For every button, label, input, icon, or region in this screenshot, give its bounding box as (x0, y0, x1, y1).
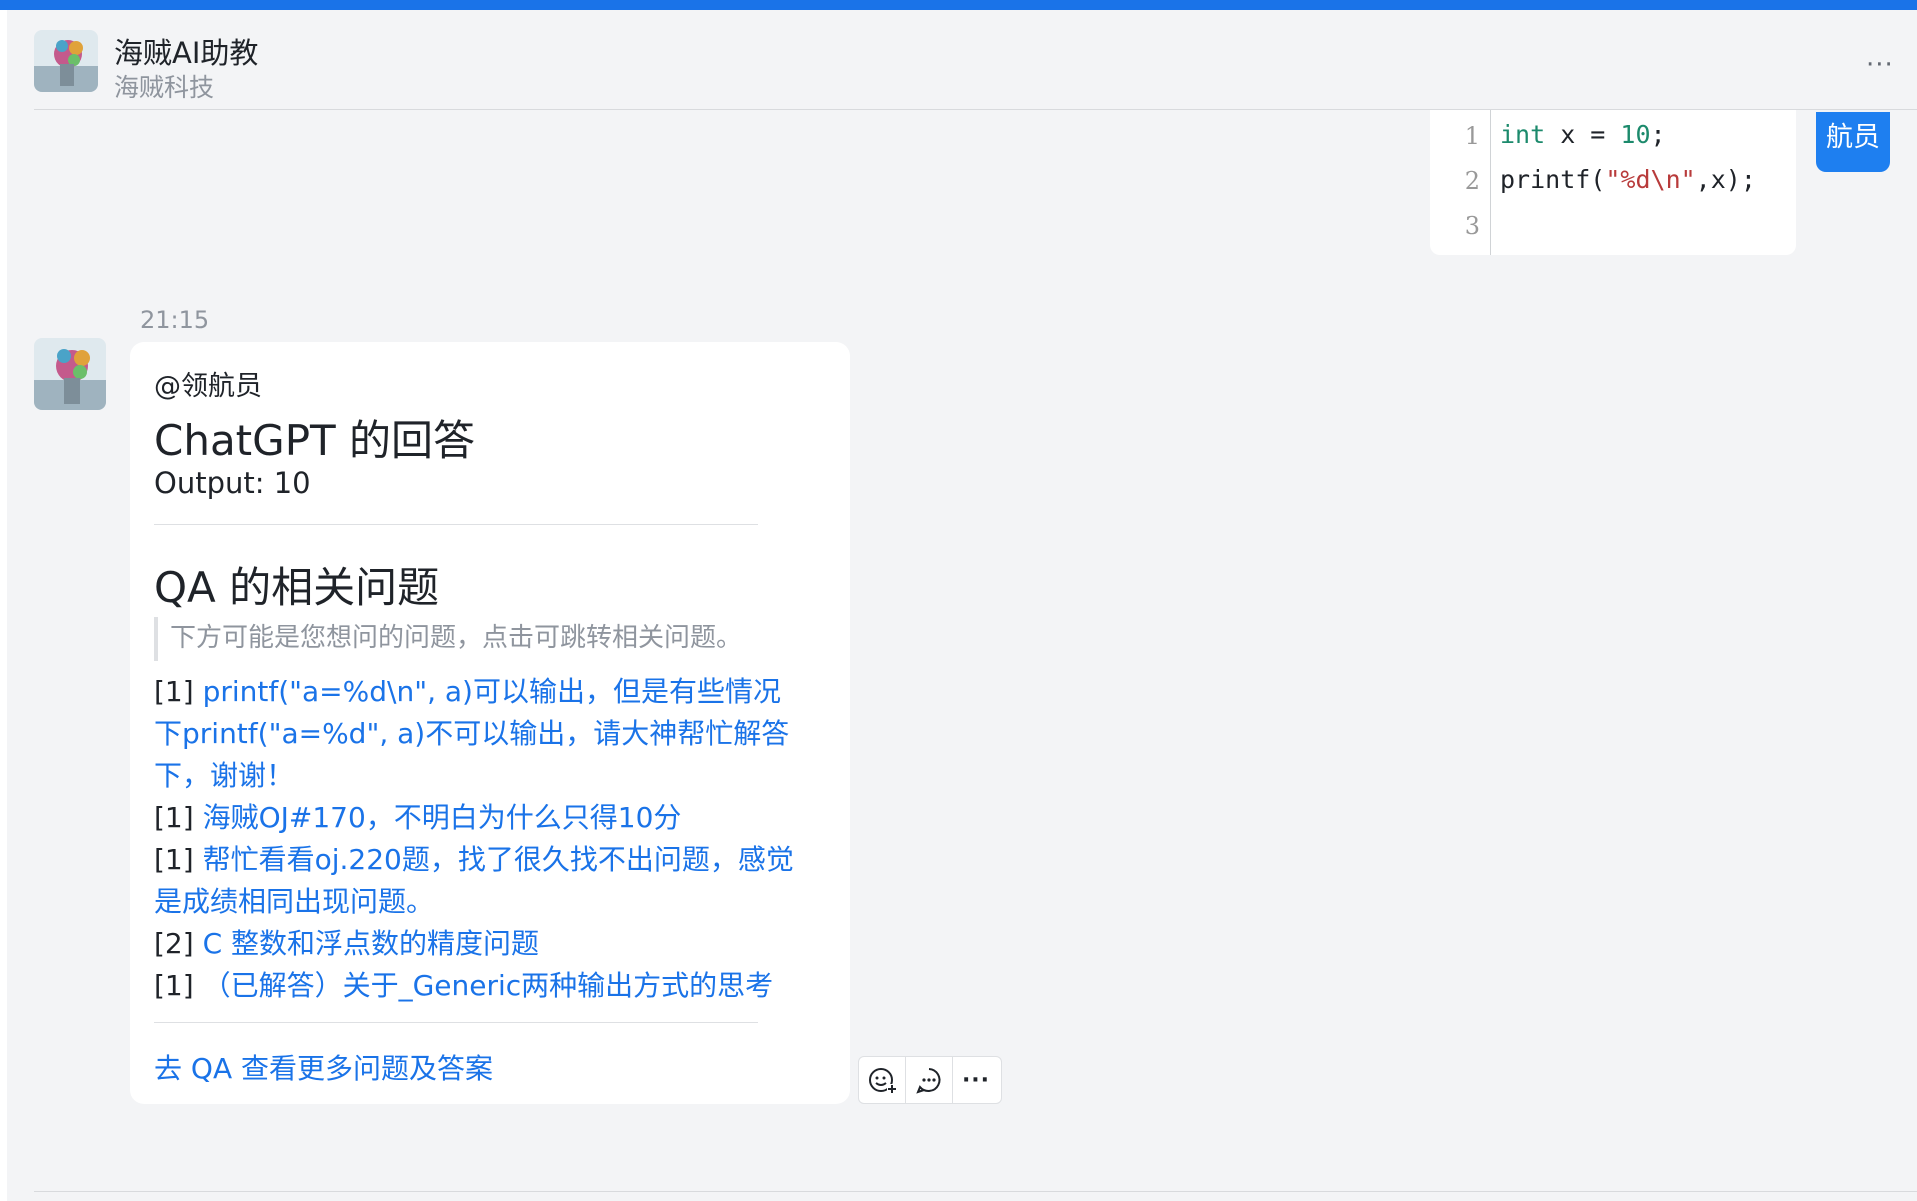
qa-item-link[interactable]: C 整数和浮点数的精度问题 (203, 927, 539, 960)
qa-heading: QA 的相关问题 (154, 563, 440, 612)
bot-avatar[interactable] (34, 338, 106, 410)
top-accent-bar (0, 0, 1917, 10)
chat-title: 海贼AI助教 (114, 36, 259, 70)
answer-heading: ChatGPT 的回答 (154, 416, 476, 465)
more-actions-button[interactable]: ··· (952, 1057, 999, 1103)
add-reaction-icon (869, 1068, 897, 1094)
code-block-message[interactable]: 1 2 3 int x = 10; printf("%d\n",x); (1430, 110, 1796, 255)
code-line: int x = 10; (1500, 120, 1666, 149)
qa-item-link[interactable]: 帮忙看看oj.220题，找了很久找不出问题，感觉是成绩相同出现问题。 (154, 843, 794, 918)
section-divider (154, 1022, 758, 1023)
code-line: printf("%d\n",x); (1500, 165, 1756, 194)
chat-header: 海贼AI助教 海贼科技 ··· (34, 30, 1917, 108)
input-area-divider (34, 1191, 1917, 1192)
add-reaction-button[interactable] (859, 1057, 905, 1103)
qa-item-link[interactable]: （已解答）关于_Generic两种输出方式的思考 (203, 969, 774, 1002)
qa-related-item: [1] printf("a=%d\n", a)可以输出，但是有些情况下print… (154, 671, 794, 797)
left-edge (0, 10, 7, 1201)
qa-hint-quote: 下方可能是您想问的问题，点击可跳转相关问题。 (154, 617, 742, 661)
qa-item-link[interactable]: 海贼OJ#170，不明白为什么只得10分 (203, 801, 682, 834)
section-divider (154, 524, 758, 525)
line-number: 3 (1464, 212, 1480, 240)
message-action-bar: ··· (858, 1056, 1002, 1104)
goto-qa-link[interactable]: 去 QA 查看更多问题及答案 (154, 1047, 493, 1087)
qa-item-count: [1] (154, 801, 194, 834)
bot-reply-card: @领航员 ChatGPT 的回答 Output: 10 QA 的相关问题 下方可… (130, 342, 850, 1104)
qa-related-item: [2] C 整数和浮点数的精度问题 (154, 923, 794, 965)
more-horizontal-icon: ··· (961, 1067, 991, 1093)
qa-item-count: [1] (154, 675, 194, 708)
qa-item-count: [1] (154, 969, 194, 1002)
qa-related-item: [1] 海贼OJ#170，不明白为什么只得10分 (154, 797, 794, 839)
line-number: 1 (1464, 122, 1480, 150)
qa-item-count: [1] (154, 843, 194, 876)
line-number: 2 (1464, 167, 1480, 195)
qa-related-item: [1] 帮忙看看oj.220题，找了很久找不出问题，感觉是成绩相同出现问题。 (154, 839, 794, 923)
qa-item-count: [2] (154, 927, 194, 960)
mention-user[interactable]: @领航员 (154, 364, 262, 403)
qa-related-item: [1] （已解答）关于_Generic两种输出方式的思考 (154, 965, 794, 1007)
chat-subtitle: 海贼科技 (114, 73, 215, 102)
more-options-button[interactable]: ··· (1866, 50, 1894, 80)
bot-avatar-header[interactable] (34, 30, 98, 92)
line-number-gutter: 1 2 3 (1430, 110, 1491, 255)
reply-comment-icon (916, 1068, 941, 1094)
message-timestamp: 21:15 (140, 306, 210, 334)
sender-name-tag[interactable]: 航员 (1816, 112, 1890, 172)
answer-output: Output: 10 (154, 466, 311, 500)
reply-button[interactable] (905, 1057, 952, 1103)
qa-item-link[interactable]: printf("a=%d\n", a)可以输出，但是有些情况下printf("a… (154, 675, 789, 792)
more-horizontal-icon: ··· (1866, 50, 1894, 80)
